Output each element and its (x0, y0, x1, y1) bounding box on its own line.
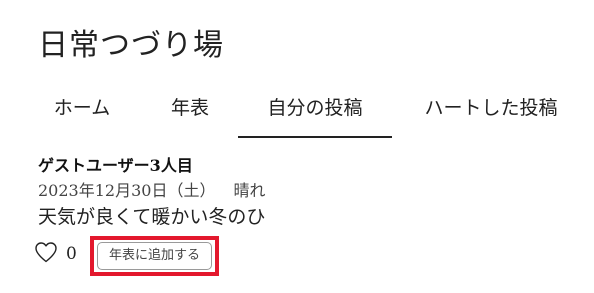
add-to-timeline-button[interactable]: 年表に追加する (97, 242, 212, 270)
tab-my-posts[interactable]: 自分の投稿 (238, 84, 392, 138)
post-body: 天気が良くて暖かい冬のひ (38, 206, 266, 228)
tab-liked-posts[interactable]: ハートした投稿 (406, 84, 576, 136)
tab-timeline[interactable]: 年表 (150, 84, 230, 136)
like-button[interactable] (34, 241, 60, 265)
post-meta: 2023年12月30日（土） 晴れ (38, 177, 265, 201)
app-title: 日常つづり場 (38, 28, 224, 63)
like-count: 0 (66, 244, 77, 264)
heart-outline-icon (35, 242, 57, 263)
tab-home[interactable]: ホーム (38, 84, 126, 136)
post-weather: 晴れ (233, 181, 266, 200)
post-date: 2023年12月30日（土） (38, 181, 216, 200)
post-author: ゲストユーザー3人目 (38, 156, 193, 175)
tab-bar: ホーム 年表 自分の投稿 ハートした投稿 (0, 84, 594, 138)
